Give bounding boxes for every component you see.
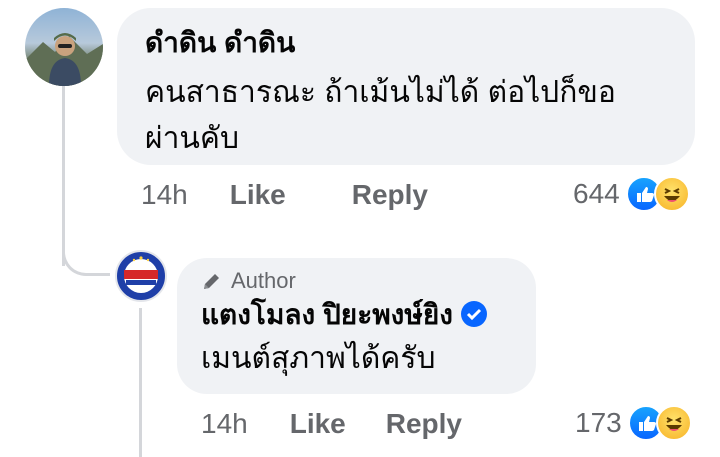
author-tag: Author [201,268,536,294]
commenter-avatar[interactable] [25,8,103,86]
comment-timestamp[interactable]: 14h [141,179,188,211]
comment-text-line-1: คนสาธารณะ ถ้าเม้นไม่ได้ ต่อไปก็ขอ [145,76,616,109]
author-tag-label: Author [231,268,296,293]
comment-like-button[interactable]: Like [230,179,286,211]
reply-bubble: Author แตงโมลง ปิยะพงษ์ยิง เมนต์สุภาพได้… [177,258,536,394]
haha-reaction-icon [655,405,692,441]
comment-author-name[interactable]: ดำดิน ดำดิน [145,26,695,60]
reply-author-name[interactable]: แตงโมลง ปิยะพงษ์ยิง [201,298,536,332]
comment-bubble: ดำดิน ดำดิน คนสาธารณะ ถ้าเม้นไม่ได้ ต่อไ… [117,8,695,165]
reply-timestamp[interactable]: 14h [201,408,248,440]
comment-actions: 14h Like Reply [141,178,428,212]
reply-reply-button[interactable]: Reply [386,408,462,440]
pencil-icon [204,274,219,289]
haha-reaction-icon [653,176,690,212]
comment-reactions[interactable]: 644 [573,176,690,212]
reply-text: เมนต์สุภาพได้ครับ [201,342,436,375]
reply-actions: 14h Like Reply [201,407,462,441]
comment-reaction-count: 644 [573,178,620,209]
reply-reaction-count: 173 [575,407,622,438]
reply-like-button[interactable]: Like [290,408,346,440]
comment-reply-button[interactable]: Reply [352,179,428,211]
verified-badge-icon [460,300,487,327]
comment-text-line-2: ผ่านคับ [145,122,240,155]
reply-author-avatar[interactable] [115,250,167,302]
page-logo-icon [119,254,163,298]
reply-reactions[interactable]: 173 [575,405,692,441]
reply-author-name-text[interactable]: แตงโมลง ปิยะพงษ์ยิง [201,299,453,330]
thread-connector-curve [62,236,110,276]
reply-thread-connector [139,308,142,457]
avatar-photo [25,33,103,86]
